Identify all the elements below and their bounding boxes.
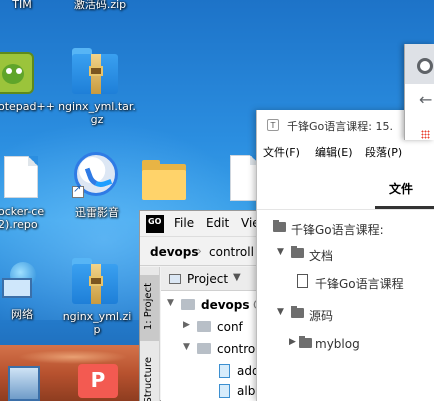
breadcrumb-separator-icon: › [197,244,202,258]
tab-files[interactable]: 文件 [389,180,413,197]
tree-row[interactable]: ▶ myblog [257,333,434,355]
folder-icon [299,336,312,348]
tree-label: 源码 [309,309,334,323]
markdown-editor-window: T 千锋Go语言课程: 15. 文件(F) 编辑(E) 段落(P) 文件 千锋G… [256,110,434,401]
folder-icon [273,220,286,232]
menu-paragraph[interactable]: 段落(P) [365,144,402,160]
tree-row[interactable]: 千锋Go语言课程 [257,271,434,293]
chrome-window: ← [404,44,434,140]
collapse-arrow-icon[interactable]: ▶ [183,320,190,330]
apps-grid-icon[interactable] [421,130,430,139]
wallpaper-highlight [18,350,128,364]
collapse-arrow-icon[interactable]: ▶ [289,337,296,347]
desktop-icon-label-docker-repo[interactable]: ocker-ce 2).repo [0,205,50,231]
notepad-plus-plus-icon[interactable] [0,52,34,94]
project-view-icon [169,274,181,284]
tree-label: 文档 [309,249,334,263]
desktop-icon-label-notepad[interactable]: otepad++ [0,100,58,113]
tree-row[interactable]: ▼ 源码 [257,303,434,325]
active-tab-indicator [375,206,434,209]
menu-edit[interactable]: 编辑(E) [315,144,353,160]
menu-file[interactable]: File [174,216,194,230]
desktop-icon-label-network[interactable]: 网络 [2,308,42,321]
menu-edit[interactable]: Edit [206,216,229,230]
tree-label: myblog [315,337,360,351]
go-file-icon [219,384,230,398]
desktop-icon-label-nginx-zip[interactable]: nginx_yml.zi p [58,310,136,336]
tree-label: 千锋Go语言课程 [315,277,404,291]
zip-archive-icon[interactable] [72,48,118,94]
folder-icon [197,321,211,332]
tree-label: devops [201,298,250,312]
folder-icon [291,306,304,318]
shortcut-arrow-icon [72,184,84,198]
tree-label: contro [217,342,256,356]
document-icon [297,274,308,288]
breadcrumb-controllers[interactable]: controll [209,245,254,259]
sidebar-tabs: 文件 [257,162,434,210]
desktop-icon-label-zip: 激活码.zip [73,0,127,11]
folder-icon [291,246,304,258]
project-view-label[interactable]: Project [187,272,228,286]
computer-icon[interactable] [8,366,40,401]
file-tree: 千锋Go语言课程: ▼ 文档 千锋Go语言课程 ▼ 源码 ▶ myblog [257,211,434,401]
window-title: 千锋Go语言课程: 15. [287,120,393,133]
desktop-icon-label-xunlei[interactable]: 迅雷影音 [62,206,132,219]
go-file-icon [219,364,230,378]
expand-arrow-icon[interactable]: ▼ [277,247,284,257]
tree-row[interactable]: 千锋Go语言课程: [257,217,434,239]
tool-window-strip: 1: Project Structure [140,267,160,401]
desktop-icon-label-tim: TIM [12,0,32,11]
wps-pdf-icon[interactable]: P [78,364,118,398]
tree-row[interactable]: ▼ 文档 [257,243,434,265]
network-icon[interactable] [2,262,42,300]
expand-arrow-icon[interactable]: ▼ [167,298,174,308]
tree-label: 千锋Go语言课程: [291,223,384,237]
tree-label: conf [217,320,243,334]
menubar: 文件(F) 编辑(E) 段落(P) [257,140,434,162]
zip-archive-icon[interactable] [72,258,118,304]
folder-icon [197,343,211,354]
menu-file[interactable]: 文件(F) [263,144,300,160]
expand-arrow-icon[interactable]: ▼ [183,342,190,352]
folder-icon [181,299,195,310]
back-arrow-icon[interactable]: ← [419,90,432,109]
chevron-down-icon[interactable]: ▼ [233,272,241,283]
expand-arrow-icon[interactable]: ▼ [277,307,284,317]
file-icon[interactable] [4,156,38,198]
tool-tab-structure[interactable]: Structure [143,357,154,401]
desktop-icon-label-nginx-targz[interactable]: nginx_yml.tar. gz [58,100,136,126]
chrome-icon[interactable] [417,58,433,74]
breadcrumb-root[interactable]: devops [150,245,199,259]
app-icon: T [267,119,279,131]
folder-icon[interactable] [142,160,186,200]
goland-logo-icon: GO [146,215,164,233]
tool-tab-project[interactable]: 1: Project [143,283,154,330]
